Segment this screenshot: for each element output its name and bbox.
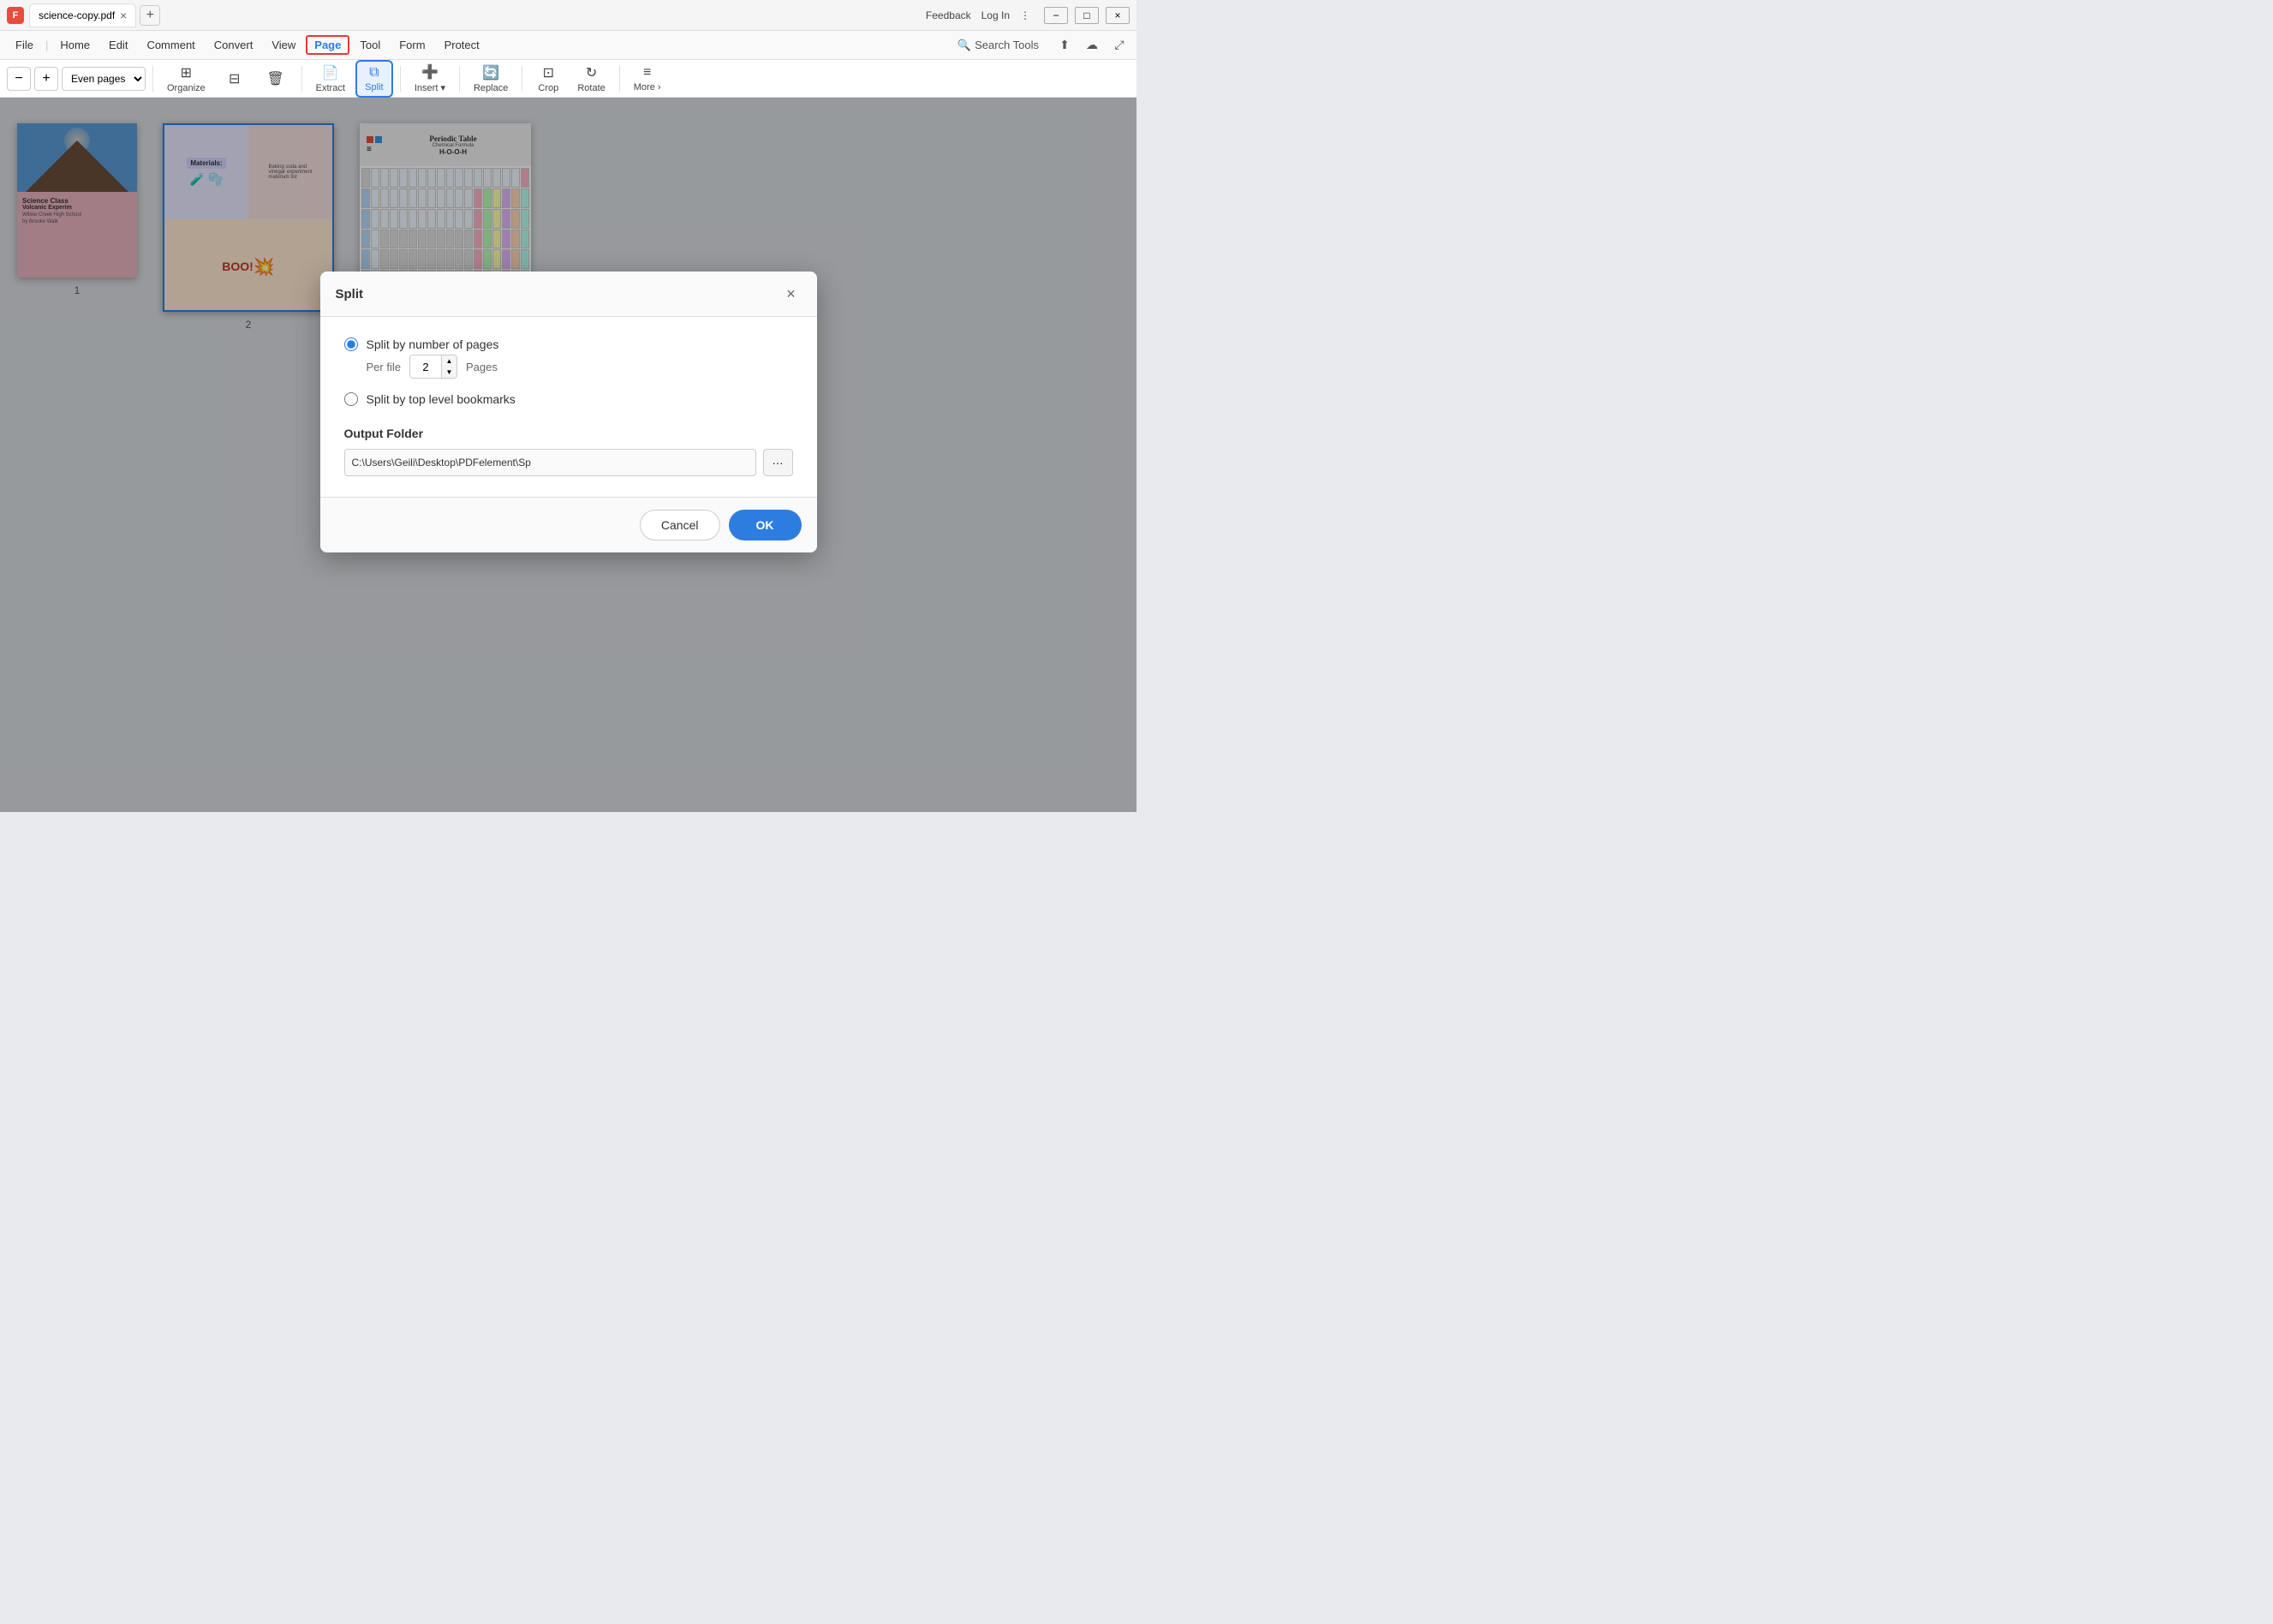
more-options-icon[interactable]: ⋮ xyxy=(1020,9,1030,21)
thumbnail-icon: ⊟ xyxy=(229,70,240,87)
per-file-row: Per file 2 ▲ ▼ Pages xyxy=(367,355,793,379)
tab-title: science-copy.pdf xyxy=(39,9,115,21)
spinbox-buttons: ▲ ▼ xyxy=(441,355,456,378)
active-tab[interactable]: science-copy.pdf × xyxy=(29,3,136,27)
rotate-icon: ↻ xyxy=(586,64,597,81)
option2-row: Split by top level bookmarks xyxy=(344,392,793,406)
replace-icon: 🔄 xyxy=(482,64,499,81)
menu-edit[interactable]: Edit xyxy=(100,35,136,55)
close-button[interactable]: × xyxy=(1106,7,1130,24)
minimize-button[interactable]: − xyxy=(1044,7,1068,24)
menu-bar-right: 🔍 Search Tools ⬆ ☁ ⤢ xyxy=(949,35,1130,56)
extract-icon: 📄 xyxy=(322,64,339,81)
divider-4 xyxy=(459,66,460,92)
menu-home[interactable]: Home xyxy=(51,35,98,55)
thumbnail-button[interactable]: ⊟ xyxy=(216,67,254,91)
main-content: Science Class Volcanic Experim Willow Cr… xyxy=(0,98,1136,812)
spinbox-up-button[interactable]: ▲ xyxy=(441,355,456,367)
login-link[interactable]: Log In xyxy=(981,9,1010,21)
split-options: Split by number of pages Per file 2 ▲ ▼ xyxy=(344,337,793,406)
spinbox-down-button[interactable]: ▼ xyxy=(441,367,456,378)
delete-button[interactable]: 🗑 xyxy=(257,67,295,91)
expand-icon[interactable]: ⤢ xyxy=(1109,35,1130,56)
menu-view[interactable]: View xyxy=(263,35,304,55)
split-icon: ⧉ xyxy=(369,65,379,81)
insert-icon: ➕ xyxy=(421,63,438,81)
output-path-input[interactable] xyxy=(344,449,756,476)
menu-protect[interactable]: Protect xyxy=(436,35,488,55)
dialog-footer: Cancel OK xyxy=(320,497,817,552)
menu-form[interactable]: Form xyxy=(391,35,433,55)
title-bar: F science-copy.pdf × + Feedback Log In ⋮… xyxy=(0,0,1136,31)
share-icon[interactable]: ⬆ xyxy=(1054,35,1075,56)
title-bar-actions: Feedback Log In ⋮ xyxy=(926,9,1030,21)
menu-bar: File | Home Edit Comment Convert View Pa… xyxy=(0,31,1136,60)
output-path-row: ··· xyxy=(344,449,793,476)
menu-file[interactable]: File xyxy=(7,35,42,55)
dialog-close-button[interactable]: × xyxy=(781,284,802,304)
zoom-out-button[interactable]: − xyxy=(7,67,31,91)
crop-icon: ⊡ xyxy=(543,64,554,81)
new-tab-button[interactable]: + xyxy=(140,5,160,26)
page-selector[interactable]: Even pages Odd pages All pages xyxy=(62,67,146,91)
option1-label[interactable]: Split by number of pages xyxy=(367,337,499,351)
tab-close-icon[interactable]: × xyxy=(120,9,127,22)
tab-bar: science-copy.pdf × + xyxy=(29,3,921,27)
pages-spinbox-input[interactable]: 2 xyxy=(410,361,441,373)
crop-button[interactable]: ⊡ Crop xyxy=(529,61,567,97)
divider-1 xyxy=(152,66,153,92)
extract-button[interactable]: 📄 Extract xyxy=(309,61,352,97)
option1-radio[interactable] xyxy=(344,337,358,351)
replace-button[interactable]: 🔄 Replace xyxy=(467,61,515,97)
per-file-label: Per file xyxy=(367,361,401,373)
menu-tool[interactable]: Tool xyxy=(351,35,389,55)
delete-icon: 🗑 xyxy=(266,70,283,87)
browse-button[interactable]: ··· xyxy=(763,449,793,476)
ok-button[interactable]: OK xyxy=(729,510,802,540)
dialog-overlay: Split × Split by number of pages Per fil… xyxy=(0,98,1136,812)
dialog-title: Split xyxy=(336,287,364,302)
feedback-link[interactable]: Feedback xyxy=(926,9,971,21)
output-section: Output Folder ··· xyxy=(344,427,793,476)
search-tools-button[interactable]: 🔍 Search Tools xyxy=(949,35,1047,56)
option1-container: Split by number of pages Per file 2 ▲ ▼ xyxy=(344,337,793,379)
divider-6 xyxy=(619,66,620,92)
menu-convert[interactable]: Convert xyxy=(206,35,262,55)
rotate-button[interactable]: ↻ Rotate xyxy=(570,61,612,97)
search-tools-label: Search Tools xyxy=(975,39,1039,51)
divider-2 xyxy=(301,66,302,92)
option1-row: Split by number of pages xyxy=(344,337,793,351)
cloud-icon[interactable]: ☁ xyxy=(1082,35,1102,56)
dialog-header: Split × xyxy=(320,272,817,317)
split-button[interactable]: ⧉ Split xyxy=(355,60,393,98)
dialog-body: Split by number of pages Per file 2 ▲ ▼ xyxy=(320,317,817,497)
toolbar: − + Even pages Odd pages All pages ⊞ Org… xyxy=(0,60,1136,98)
app-icon: F xyxy=(7,7,24,24)
zoom-in-button[interactable]: + xyxy=(34,67,58,91)
divider-3 xyxy=(400,66,401,92)
maximize-button[interactable]: □ xyxy=(1075,7,1099,24)
cancel-button[interactable]: Cancel xyxy=(640,510,720,540)
menu-comment[interactable]: Comment xyxy=(138,35,203,55)
more-button[interactable]: ≡ More › xyxy=(627,62,668,96)
organize-icon: ⊞ xyxy=(181,64,192,81)
split-dialog: Split × Split by number of pages Per fil… xyxy=(320,272,817,552)
insert-button[interactable]: ➕ Insert ▾ xyxy=(408,60,452,97)
more-icon: ≡ xyxy=(643,65,651,81)
window-controls: − □ × xyxy=(1044,7,1130,24)
menu-page[interactable]: Page xyxy=(306,35,349,55)
search-icon: 🔍 xyxy=(958,39,971,52)
output-folder-label: Output Folder xyxy=(344,427,793,440)
pages-spinbox[interactable]: 2 ▲ ▼ xyxy=(409,355,457,379)
option2-label[interactable]: Split by top level bookmarks xyxy=(367,392,516,406)
pages-label: Pages xyxy=(466,361,498,373)
organize-button[interactable]: ⊞ Organize xyxy=(160,61,212,97)
page-selector-dropdown[interactable]: Even pages Odd pages All pages xyxy=(62,67,146,91)
option2-radio[interactable] xyxy=(344,392,358,406)
